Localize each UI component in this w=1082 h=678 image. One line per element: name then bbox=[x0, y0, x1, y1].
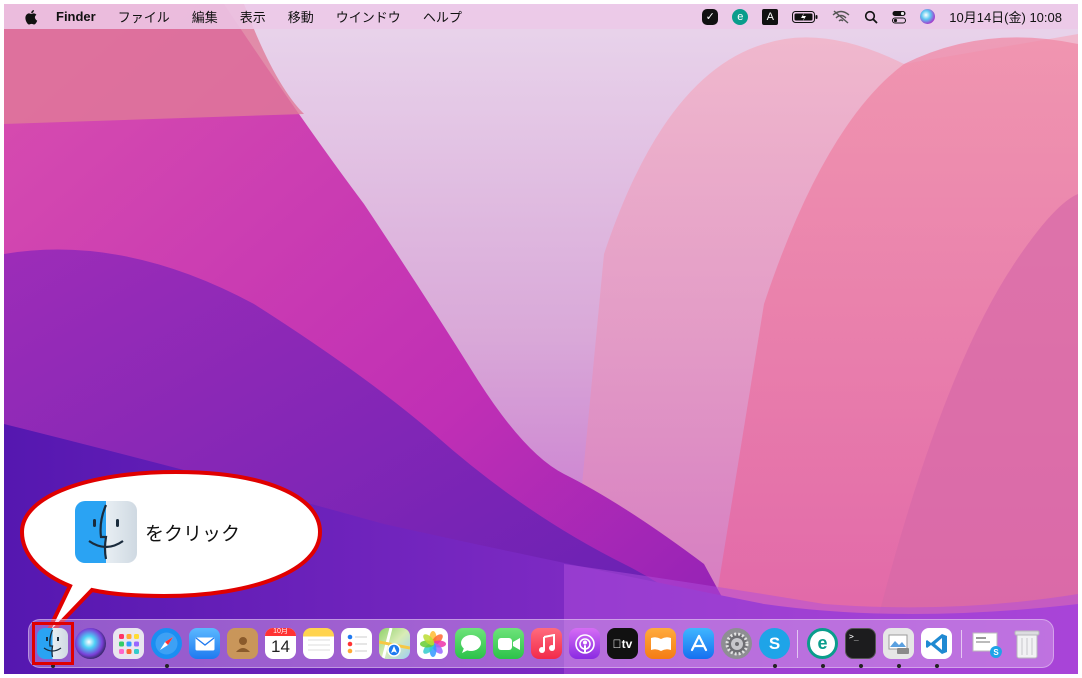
photos-icon[interactable] bbox=[417, 628, 448, 659]
facetime-icon[interactable] bbox=[493, 628, 524, 659]
dock-separator-2 bbox=[961, 630, 962, 658]
skype-label: S bbox=[768, 633, 781, 653]
podcasts-icon[interactable] bbox=[569, 628, 600, 659]
terminal-running-indicator bbox=[859, 664, 863, 668]
skype-icon[interactable]: S bbox=[759, 628, 790, 659]
apple-tv-label: tv bbox=[617, 636, 633, 651]
vscode-icon[interactable] bbox=[921, 628, 952, 659]
skype-running-indicator bbox=[773, 664, 777, 668]
desktop: Finder ファイル 編集 表示 移動 ウインドウ ヘルプ ✓ e A 10月… bbox=[4, 4, 1078, 674]
books-icon[interactable] bbox=[645, 628, 676, 659]
callout-bubble bbox=[19, 469, 323, 642]
notes-icon[interactable] bbox=[303, 628, 334, 659]
preview-running-indicator bbox=[897, 664, 901, 668]
eset-running-indicator bbox=[821, 664, 825, 668]
preview-icon[interactable] bbox=[883, 628, 914, 659]
vscode-running-indicator bbox=[935, 664, 939, 668]
contacts-icon[interactable] bbox=[227, 628, 258, 659]
eset-icon[interactable]: e bbox=[807, 628, 838, 659]
calendar-day: 14 bbox=[271, 637, 290, 656]
svg-text:S: S bbox=[993, 648, 999, 657]
dock-separator bbox=[797, 630, 798, 658]
launchpad-icon[interactable] bbox=[113, 628, 144, 659]
callout-finder-icon bbox=[75, 501, 137, 563]
trash-icon[interactable] bbox=[1011, 628, 1042, 659]
finder-highlight-box bbox=[32, 622, 74, 665]
apple-tv-icon[interactable]: tv bbox=[607, 628, 638, 659]
terminal-icon[interactable]: >_ bbox=[845, 628, 876, 659]
app-store-icon[interactable] bbox=[683, 628, 714, 659]
eset-label: e bbox=[817, 633, 828, 653]
maps-icon[interactable] bbox=[379, 628, 410, 659]
calendar-month: 10月 bbox=[265, 628, 296, 636]
mail-icon[interactable] bbox=[189, 628, 220, 659]
reminders-icon[interactable] bbox=[341, 628, 372, 659]
messages-icon[interactable] bbox=[455, 628, 486, 659]
terminal-label: >_ bbox=[849, 632, 859, 641]
siri-icon[interactable] bbox=[75, 628, 106, 659]
music-icon[interactable] bbox=[531, 628, 562, 659]
system-preferences-icon[interactable] bbox=[721, 628, 752, 659]
safari-running-indicator bbox=[165, 664, 169, 668]
calendar-icon[interactable]: 10月 14 bbox=[265, 628, 296, 659]
downloads-stack-icon[interactable]: S bbox=[971, 628, 1002, 659]
dock: 10月 14 tv S e >_ S bbox=[28, 619, 1054, 668]
callout-text: をクリック bbox=[145, 524, 241, 545]
safari-icon[interactable] bbox=[151, 628, 182, 659]
